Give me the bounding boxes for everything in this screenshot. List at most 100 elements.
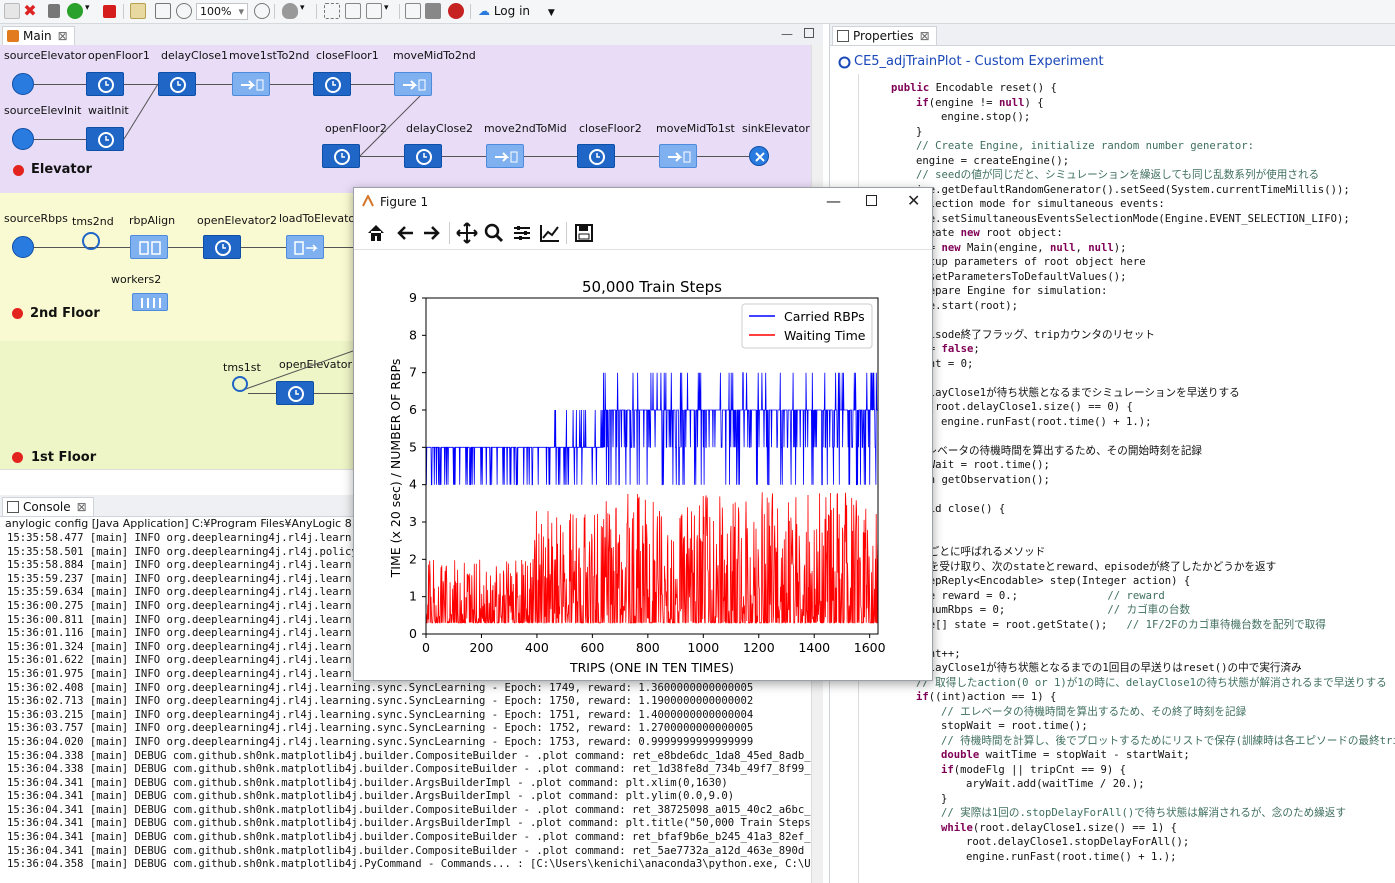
zoom-icon[interactable]	[484, 223, 504, 243]
pan-icon[interactable]	[282, 3, 298, 19]
wand-icon[interactable]	[130, 3, 146, 19]
close-tab-icon[interactable]: ⊠	[77, 500, 87, 514]
delay-block[interactable]	[86, 72, 124, 96]
move-block[interactable]	[659, 144, 697, 168]
pan-dropdown-icon[interactable]: ▾	[300, 3, 310, 19]
align-dropdown-icon[interactable]: ▾	[384, 3, 394, 19]
code-line: // Create Engine, initialize random numb…	[891, 139, 1395, 154]
zoom-out-icon[interactable]	[176, 3, 192, 19]
delete-icon[interactable]: ✖	[22, 3, 38, 19]
code-line: // seedの値が同じだと、シミュレーションを繰返しても同じ乱数系列が使用され…	[891, 168, 1395, 183]
move-block[interactable]	[394, 72, 432, 96]
label-rbpAlign: rbpAlign	[129, 214, 176, 227]
build-icon[interactable]	[48, 4, 60, 18]
minimize-button[interactable]: —	[826, 192, 841, 210]
run-dropdown-icon[interactable]: ▾	[85, 3, 95, 19]
tab-properties[interactable]: Properties ⊠	[832, 26, 937, 45]
delay-block[interactable]	[577, 144, 615, 168]
label-tms2nd: tms2nd	[72, 215, 114, 228]
label-sourceRbps: sourceRbps	[4, 212, 68, 225]
move-block[interactable]	[232, 72, 270, 96]
code-text: t = new Main(engine, null, null);	[916, 241, 1127, 254]
zoom-level-field[interactable]: 100% ▾	[196, 3, 248, 20]
run-icon[interactable]	[67, 3, 83, 19]
maximize-icon[interactable]	[804, 28, 814, 38]
console-line: 15:36:02.408 [main] INFO org.deeplearnin…	[7, 681, 754, 694]
console-line: 15:36:04.338 [main] DEBUG com.github.sh0…	[7, 763, 811, 776]
sink-block[interactable]	[749, 146, 769, 166]
load-block[interactable]	[286, 235, 324, 259]
login-button[interactable]: ☁ Log in ▼	[478, 4, 555, 18]
move-block[interactable]	[486, 144, 524, 168]
copy-icon[interactable]	[4, 3, 20, 19]
time-measure-icon[interactable]	[232, 376, 248, 392]
code-editor[interactable]: public Encodable reset() {if(engine != n…	[891, 81, 1395, 864]
layers-icon[interactable]	[345, 3, 361, 19]
code-text: public Encodable reset() {	[891, 82, 1057, 94]
maximize-button[interactable]	[866, 195, 877, 206]
code-line: episode終了フラッグ、tripカウンタのリセット	[891, 328, 1395, 343]
code-line: while(root.delayClose1.size() == 1) {	[891, 821, 1395, 836]
code-line: pCnt++;	[891, 647, 1395, 662]
delay-block[interactable]	[313, 72, 351, 96]
chart-canvas[interactable]: 50,000 Train Steps TRIPS (ONE IN TEN TIM…	[354, 250, 932, 680]
source-block[interactable]	[12, 73, 34, 95]
save-figure-icon[interactable]	[574, 223, 594, 243]
code-line: engine = createEngine();	[891, 154, 1395, 169]
edit-axis-icon[interactable]	[539, 223, 561, 243]
source-block[interactable]	[12, 236, 34, 258]
back-icon[interactable]	[395, 224, 415, 242]
time-measure-icon[interactable]	[82, 232, 100, 250]
code-text: g numRbps = 0; // カゴ車の台数	[916, 604, 1191, 616]
home-icon[interactable]	[366, 223, 386, 243]
align-icon[interactable]	[366, 3, 382, 19]
help-icon[interactable]	[448, 3, 464, 19]
configure-subplots-icon[interactable]	[512, 223, 532, 243]
delay-block[interactable]	[86, 127, 124, 151]
figure-window[interactable]: Figure 1 — ✕ 50,000 Train Steps TRIPS (O…	[353, 187, 933, 681]
close-tab-icon[interactable]: ⊠	[58, 29, 68, 43]
code-line: public Encodable reset() {	[891, 81, 1395, 96]
code-line: Setup parameters of root object here	[891, 255, 1395, 270]
source-block[interactable]	[12, 128, 34, 150]
delay-block[interactable]	[404, 144, 442, 168]
delay-block[interactable]	[322, 144, 360, 168]
code-line: ble[] state = root.getState(); // 1F/2Fの…	[891, 618, 1395, 633]
properties-icon	[837, 30, 849, 42]
x-tick-label: 1200	[743, 640, 775, 655]
rbp-align-block[interactable]	[130, 235, 168, 259]
zoom-fit-icon[interactable]	[155, 3, 171, 19]
close-button[interactable]: ✕	[907, 191, 920, 210]
code-line: Selection mode for simultaneous events:	[891, 197, 1395, 212]
export-icon[interactable]	[425, 3, 441, 19]
console-line: 15:36:04.020 [main] INFO org.deeplearnin…	[7, 735, 754, 748]
agent-status-dot	[13, 165, 24, 176]
connector-icon[interactable]	[405, 3, 421, 19]
delay-block[interactable]	[158, 72, 196, 96]
series-line	[425, 372, 878, 486]
code-line: engine.runFast(root.time() + 1.);	[891, 415, 1395, 430]
delay-block[interactable]	[276, 381, 314, 405]
pan-arrows-icon[interactable]	[456, 222, 478, 244]
y-tick-label: 9	[409, 290, 417, 305]
zoom-in-icon[interactable]	[254, 3, 270, 19]
code-text: ine.setSimultaneousEventsSelectionMode(E…	[916, 212, 1350, 225]
agent-status-dot	[12, 308, 23, 319]
delay-block[interactable]	[203, 235, 241, 259]
code-line: double waitTime = stopWait - startWait;	[891, 748, 1395, 763]
code-line: onを受け取り、次のstateとreward、episodeが終了したかどうかを…	[891, 560, 1395, 575]
floor1-title: 1st Floor	[31, 450, 97, 465]
tab-main[interactable]: Main ⊠	[2, 26, 75, 45]
resource-pool-block[interactable]	[132, 293, 168, 311]
minimize-icon[interactable]: —	[781, 27, 793, 41]
code-line: // エレベータの待機時間を算出するため、その終了時刻を記録	[891, 705, 1395, 720]
close-tab-icon[interactable]: ⊠	[920, 29, 930, 43]
tab-console[interactable]: Console ⊠	[2, 497, 94, 516]
code-line: ine.getDefaultRandomGenerator().setSeed(…	[891, 183, 1395, 198]
code-line: epごとに呼ばれるメソッド	[891, 545, 1395, 560]
grid-icon[interactable]	[324, 3, 340, 19]
stop-icon[interactable]	[103, 5, 116, 18]
forward-icon[interactable]	[422, 224, 442, 242]
